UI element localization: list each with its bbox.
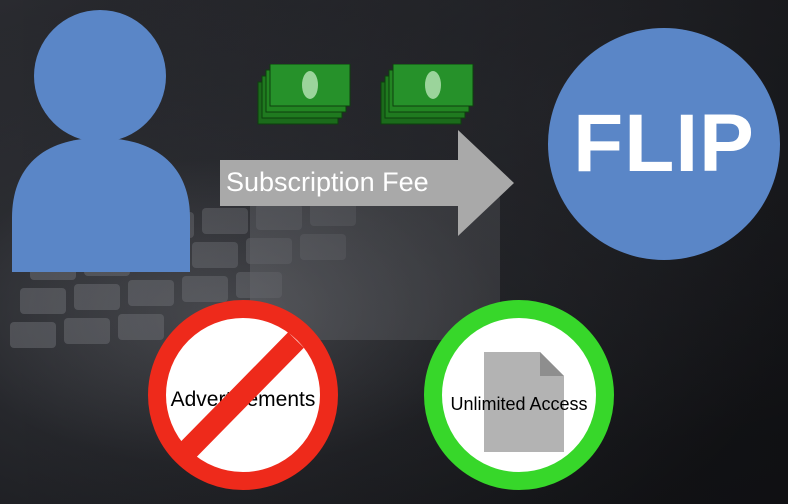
subscription-fee-label: Subscription Fee [226,167,429,197]
prohibition-icon [180,332,304,458]
cash-stack-icon [257,64,351,125]
flip-logo-text: FLIP [573,98,755,189]
cash-stack-icon [380,64,474,125]
diagram-canvas: Subscription Fee FLIP Advertisements Unl… [0,0,788,504]
flip-logo: FLIP [548,28,780,260]
unlimited-access-sign: Unlimited Access [424,300,614,490]
user-silhouette-icon [12,10,190,272]
unlimited-access-label: Unlimited Access [450,394,588,414]
no-advertisements-sign: Advertisements [148,300,338,490]
